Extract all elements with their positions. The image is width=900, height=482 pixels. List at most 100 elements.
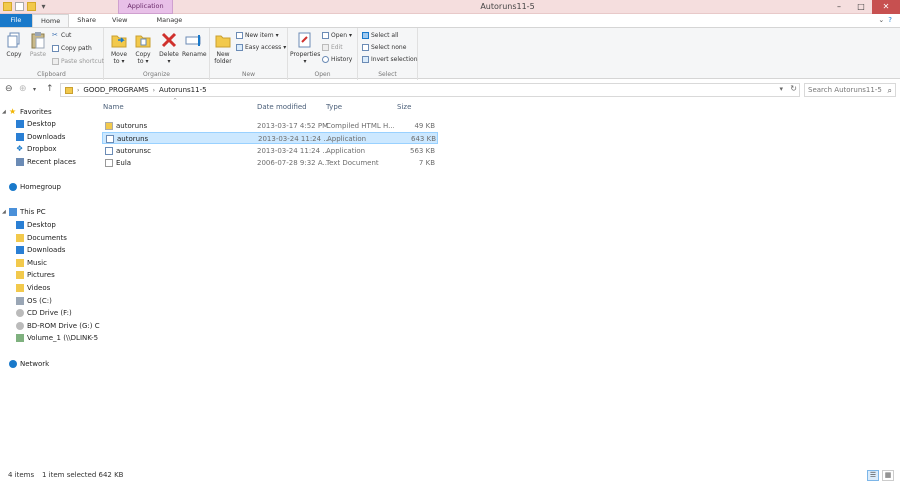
navigation-pane: ◢ ★ Favorites Desktop Downloads ❖ Dropbo… bbox=[0, 101, 100, 466]
rename-icon bbox=[185, 35, 201, 46]
copy-to-button[interactable]: Copy to ▾ bbox=[132, 31, 154, 65]
address-input[interactable]: › GOOD_PROGRAMS › Autoruns11-5 ▾ ↻ bbox=[60, 83, 800, 97]
ribbon-right-controls: ⌄ ? bbox=[878, 14, 900, 27]
edit-icon bbox=[322, 44, 329, 51]
nav-pc-pictures[interactable]: Pictures bbox=[16, 269, 55, 281]
file-row[interactable]: autoruns 2013-03-17 4:52 PM Compiled HTM… bbox=[102, 120, 438, 132]
easy-access-button[interactable]: Easy access ▾ bbox=[236, 44, 286, 51]
breadcrumb-autoruns[interactable]: Autoruns11-5 bbox=[159, 86, 207, 94]
nav-pc-desktop[interactable]: Desktop bbox=[16, 219, 56, 231]
file-row[interactable]: autoruns 2013-03-24 11:24 ... Applicatio… bbox=[102, 132, 438, 144]
tab-view[interactable]: View bbox=[104, 14, 135, 27]
invert-selection-icon bbox=[362, 56, 369, 63]
collapse-icon[interactable]: ◢ bbox=[2, 209, 9, 215]
nav-pc-cd-drive[interactable]: CD Drive (F:) bbox=[16, 307, 72, 319]
desktop-icon bbox=[16, 221, 24, 229]
new-item-button[interactable]: New item ▾ bbox=[236, 32, 279, 39]
tab-manage[interactable]: Manage bbox=[145, 14, 193, 27]
tab-file[interactable]: File bbox=[0, 14, 32, 27]
collapse-icon[interactable]: ◢ bbox=[2, 109, 9, 115]
pictures-icon bbox=[16, 271, 24, 279]
close-button[interactable]: ✕ bbox=[872, 0, 900, 14]
history-button[interactable]: History bbox=[322, 56, 352, 63]
history-icon bbox=[322, 56, 329, 63]
delete-button[interactable]: Delete ▾ bbox=[158, 31, 180, 65]
maximize-button[interactable]: □ bbox=[850, 0, 872, 14]
nav-fav-desktop[interactable]: Desktop bbox=[16, 118, 56, 130]
nav-fav-dropbox[interactable]: ❖ Dropbox bbox=[16, 143, 57, 155]
nav-network[interactable]: Network bbox=[2, 358, 49, 370]
tab-home[interactable]: Home bbox=[32, 14, 70, 27]
up-button[interactable]: ↑ bbox=[46, 84, 54, 94]
select-none-button[interactable]: Select none bbox=[362, 44, 406, 51]
select-all-button[interactable]: Select all bbox=[362, 32, 398, 39]
nav-homegroup[interactable]: Homegroup bbox=[2, 181, 61, 193]
open-button[interactable]: Open ▾ bbox=[322, 32, 352, 39]
tab-share[interactable]: Share bbox=[69, 14, 104, 27]
large-icons-view-button[interactable]: ▦ bbox=[882, 470, 894, 481]
open-label: Open bbox=[314, 71, 331, 78]
refresh-icon[interactable]: ↻ bbox=[790, 84, 797, 93]
edit-button[interactable]: Edit bbox=[322, 44, 343, 51]
rename-button[interactable]: Rename bbox=[182, 31, 207, 58]
back-button[interactable]: ⊖ bbox=[5, 84, 13, 94]
column-header-type[interactable]: Type bbox=[326, 103, 342, 111]
nav-pc-volume-1[interactable]: Volume_1 (\\DLINK-5 bbox=[16, 332, 98, 344]
select-none-icon bbox=[362, 44, 369, 51]
move-to-icon bbox=[111, 35, 127, 48]
cut-button[interactable]: ✂ Cut bbox=[52, 32, 71, 40]
nav-favorites[interactable]: ◢ ★ Favorites bbox=[2, 106, 52, 118]
properties-button[interactable]: Properties ▾ bbox=[290, 31, 320, 65]
nav-fav-recent-places[interactable]: Recent places bbox=[16, 156, 76, 168]
select-group: Select all Select none Invert selection … bbox=[358, 28, 418, 80]
paste-shortcut-button[interactable]: Paste shortcut bbox=[52, 58, 104, 65]
downloads-icon bbox=[16, 133, 24, 141]
new-group: New folder New item ▾ Easy access ▾ New bbox=[210, 28, 288, 80]
computer-icon bbox=[9, 208, 17, 216]
nav-pc-videos[interactable]: Videos bbox=[16, 282, 50, 294]
search-input[interactable]: Search Autoruns11-5 ⌕ bbox=[804, 83, 896, 97]
nav-this-pc[interactable]: ◢ This PC bbox=[2, 206, 46, 218]
nav-pc-os-c[interactable]: OS (C:) bbox=[16, 295, 52, 307]
dropbox-icon: ❖ bbox=[16, 144, 24, 153]
nav-fav-downloads[interactable]: Downloads bbox=[16, 131, 65, 143]
chevron-down-icon[interactable]: ⌄ bbox=[878, 14, 884, 27]
nav-pc-music[interactable]: Music bbox=[16, 257, 47, 269]
column-header-size[interactable]: Size bbox=[397, 103, 411, 111]
open-icon bbox=[322, 32, 329, 39]
file-row[interactable]: autorunsc 2013-03-24 11:24 ... Applicati… bbox=[102, 145, 438, 157]
copy-button[interactable]: Copy bbox=[4, 31, 24, 58]
videos-icon bbox=[16, 284, 24, 292]
address-dropdown-icon[interactable]: ▾ bbox=[779, 85, 783, 93]
new-folder-icon bbox=[215, 35, 231, 48]
details-view-button[interactable]: ☰ bbox=[867, 470, 879, 481]
drive-icon bbox=[16, 297, 24, 305]
title-bar: ▾ Application Tools Autoruns11-5 – □ ✕ bbox=[0, 0, 900, 23]
invert-selection-button[interactable]: Invert selection bbox=[362, 56, 418, 63]
recent-locations-button[interactable]: ▾ bbox=[33, 86, 36, 93]
breadcrumb-separator[interactable]: › bbox=[77, 87, 79, 94]
minimize-button[interactable]: – bbox=[828, 0, 850, 14]
text-icon bbox=[105, 159, 113, 167]
nav-pc-downloads[interactable]: Downloads bbox=[16, 244, 65, 256]
new-folder-button[interactable]: New folder bbox=[212, 31, 234, 65]
nav-pc-bd-rom-drive[interactable]: BD-ROM Drive (G:) C bbox=[16, 320, 100, 332]
column-header-date[interactable]: Date modified bbox=[257, 103, 307, 111]
copy-path-icon bbox=[52, 45, 59, 52]
help-icon[interactable]: ? bbox=[888, 14, 892, 27]
breadcrumb-good-programs[interactable]: GOOD_PROGRAMS bbox=[83, 86, 148, 94]
breadcrumb-separator[interactable]: › bbox=[153, 87, 155, 94]
nav-pc-documents[interactable]: Documents bbox=[16, 232, 67, 244]
app-icon bbox=[105, 147, 113, 155]
app-icon bbox=[106, 135, 114, 143]
new-item-icon bbox=[236, 32, 243, 39]
paste-button[interactable]: Paste bbox=[27, 31, 49, 58]
column-header-name[interactable]: Name bbox=[103, 103, 124, 111]
copy-path-button[interactable]: Copy path bbox=[52, 45, 92, 52]
ribbon-tabs: File Home Share View Manage ⌄ ? bbox=[0, 14, 900, 27]
forward-button[interactable]: ⊕ bbox=[19, 84, 27, 94]
search-icon[interactable]: ⌕ bbox=[888, 85, 892, 97]
move-to-button[interactable]: Move to ▾ bbox=[108, 31, 130, 65]
copy-icon bbox=[7, 32, 20, 48]
file-row[interactable]: Eula 2006-07-28 9:32 A... Text Document … bbox=[102, 157, 438, 169]
